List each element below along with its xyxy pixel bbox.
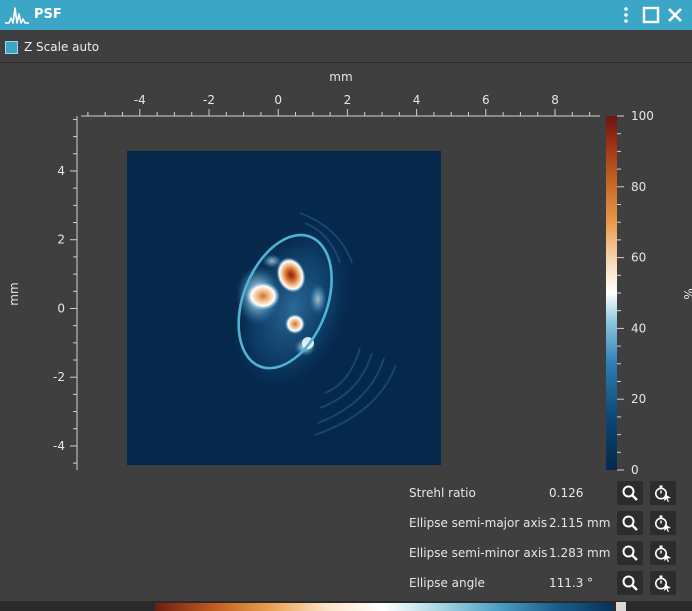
- window-title: PSF: [34, 7, 62, 22]
- zoom-search-button[interactable]: [617, 541, 643, 565]
- vertical-dots-menu-icon[interactable]: [615, 4, 637, 26]
- window-titlebar: PSF: [0, 0, 692, 30]
- z-scale-auto-checkbox[interactable]: [5, 41, 18, 54]
- colorbar-tick-label: 20: [631, 392, 646, 406]
- metric-label: Ellipse semi-minor axis: [409, 546, 548, 560]
- y-tick-label: 2: [57, 233, 65, 247]
- x-tick-label: 2: [344, 93, 352, 107]
- colorbar-tick-label: 60: [631, 251, 646, 265]
- colorbar-tick-label: 40: [631, 321, 646, 335]
- y-tick-label: -2: [53, 370, 65, 384]
- colorbar-tick-label: 100: [631, 109, 654, 123]
- y-axis-ticks: 4 2 0 -2 -4: [53, 116, 78, 470]
- metric-label: Ellipse angle: [409, 576, 485, 590]
- colorbar-tick-label: 0: [631, 463, 639, 477]
- metric-value: 1.283: [549, 546, 584, 560]
- colorbar: [606, 116, 617, 470]
- metric-row-semi-major-axis: Ellipse semi-major axis 2.115 mm: [400, 511, 690, 535]
- magnifier-icon: [622, 545, 638, 561]
- metric-value: 0.126: [549, 486, 584, 500]
- bottom-scroll-handle[interactable]: [616, 602, 626, 611]
- colorbar-label: %: [681, 288, 692, 299]
- zoom-search-button[interactable]: [617, 511, 643, 535]
- psf-signal-icon: [5, 7, 29, 24]
- psf-image: [127, 151, 441, 465]
- magnifier-icon: [622, 575, 638, 591]
- x-tick-label: 6: [482, 93, 490, 107]
- colorbar-ticks: 100 80 60 40 20 0: [617, 109, 654, 477]
- zoom-search-button[interactable]: [617, 481, 643, 505]
- x-tick-label: -2: [203, 93, 215, 107]
- pick-marker-button[interactable]: [650, 511, 676, 535]
- zoom-search-button[interactable]: [617, 571, 643, 595]
- metric-label: Strehl ratio: [409, 486, 476, 500]
- pick-marker-button[interactable]: [650, 481, 676, 505]
- x-axis-label: mm: [329, 70, 352, 84]
- metric-row-ellipse-angle: Ellipse angle 111.3 °: [400, 571, 690, 595]
- y-tick-label: -4: [53, 439, 65, 453]
- psf-plot[interactable]: mm mm -4-202468 420-2-4 100806040200 %: [0, 63, 692, 478]
- magnifier-icon: [622, 485, 638, 501]
- pick-marker-button[interactable]: [650, 571, 676, 595]
- colorbar-tick-label: 80: [631, 180, 646, 194]
- magnifier-icon: [622, 515, 638, 531]
- stopwatch-cursor-icon: [655, 545, 671, 562]
- metric-unit: mm: [587, 546, 611, 560]
- y-tick-label: 0: [57, 301, 65, 315]
- z-scale-auto-label: Z Scale auto: [24, 40, 100, 54]
- metric-unit: mm: [587, 516, 611, 530]
- x-tick-label: 4: [413, 93, 421, 107]
- x-tick-label: 0: [274, 93, 282, 107]
- metric-row-semi-minor-axis: Ellipse semi-minor axis 1.283 mm: [400, 541, 690, 565]
- metric-row-strehl-ratio: Strehl ratio 0.126: [400, 481, 690, 505]
- x-tick-label: 8: [551, 93, 559, 107]
- y-axis-label: mm: [7, 282, 21, 305]
- metric-unit: °: [587, 576, 593, 590]
- close-icon[interactable]: [664, 4, 686, 26]
- options-toolbar: Z Scale auto: [0, 30, 692, 63]
- pick-marker-button[interactable]: [650, 541, 676, 565]
- bottom-colormap-bar: [155, 603, 613, 611]
- x-axis-ticks: -4 -2 0 2 4 6 8: [81, 93, 600, 117]
- x-tick-label: -4: [134, 93, 146, 107]
- metric-label: Ellipse semi-major axis: [409, 516, 548, 530]
- maximize-icon[interactable]: [640, 4, 662, 26]
- stopwatch-cursor-icon: [655, 515, 671, 532]
- stopwatch-cursor-icon: [655, 485, 671, 502]
- y-tick-label: 4: [57, 164, 65, 178]
- metric-value: 111.3: [549, 576, 584, 590]
- stopwatch-cursor-icon: [655, 575, 671, 592]
- metric-value: 2.115: [549, 516, 584, 530]
